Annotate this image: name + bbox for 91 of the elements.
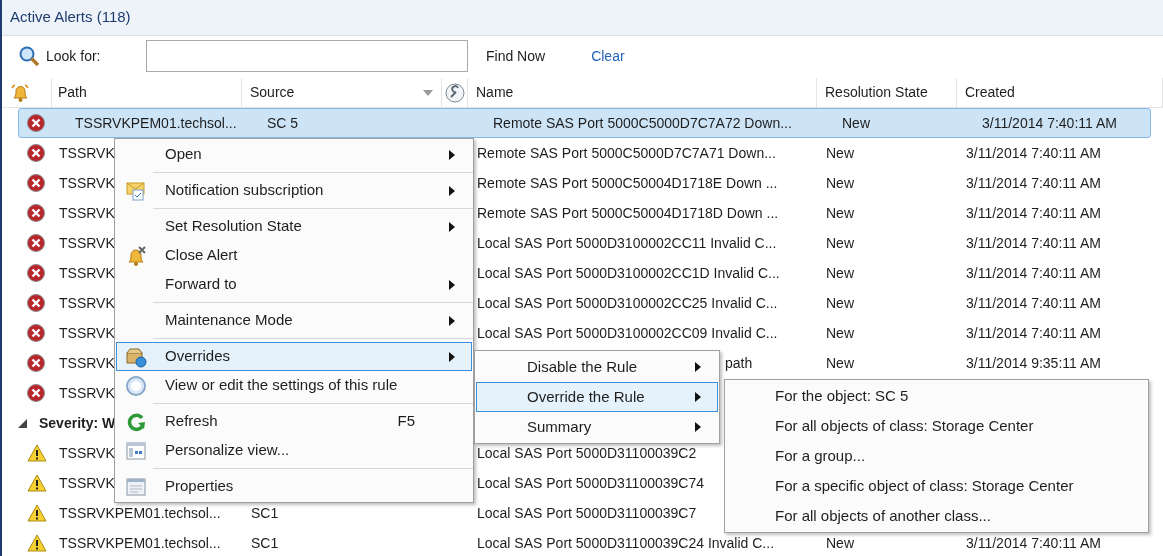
bell-icon	[10, 82, 30, 103]
table-cell: 3/11/2014 7:40:11 AM	[966, 534, 1101, 551]
table-cell: SC1	[251, 504, 279, 521]
table-cell: New	[826, 294, 854, 311]
sort-caret-icon	[423, 89, 433, 96]
panel-title: Active Alerts (118)	[10, 7, 131, 28]
table-cell: TSSRVK	[59, 264, 115, 281]
menu-item[interactable]: For a specific object of class: Storage Center	[726, 471, 1147, 501]
column-header[interactable]: Created	[957, 78, 1163, 107]
menu-item[interactable]: Summary	[476, 412, 718, 442]
table-cell: New	[826, 534, 854, 551]
box-icon	[125, 345, 147, 368]
table-cell: TSSRVK	[59, 354, 115, 371]
menu-item[interactable]: Close Alert	[116, 241, 472, 270]
table-cell: Remote SAS Port 5000C50004D1718E Down ...	[477, 174, 778, 191]
search-field[interactable]	[146, 40, 468, 72]
menu-item[interactable]: Maintenance Mode	[116, 306, 472, 335]
table-cell: Remote SAS Port 5000C5000D7C7A72 Down...	[493, 114, 792, 131]
table-cell: 3/11/2014 7:40:11 AM	[966, 264, 1101, 281]
table-cell: 3/11/2014 7:40:11 AM	[966, 204, 1101, 221]
table-cell: TSSRVK	[59, 204, 115, 221]
menu-item[interactable]: Refresh F5	[116, 407, 472, 436]
column-header[interactable]: Source	[242, 78, 442, 107]
search-icon	[18, 45, 40, 67]
table-cell: Local SAS Port 5000D3100002CC25 Invalid C...	[477, 294, 778, 311]
table-cell: New	[826, 234, 854, 251]
table-cell: Local SAS Port 5000D3100002CC11 Invalid C...	[477, 234, 777, 251]
circle-icon	[125, 374, 147, 397]
menu-item[interactable]: Personalize view...	[116, 436, 472, 465]
group-header: Severity: W	[39, 413, 116, 433]
table-cell: New	[826, 354, 854, 371]
column-header[interactable]: Path	[52, 78, 242, 107]
table-cell: Local SAS Port 5000D31100039C7	[477, 504, 697, 521]
table-cell: TSSRVK	[59, 174, 115, 191]
column-header[interactable]: Name	[468, 78, 817, 107]
table-cell: Remote SAS Port 5000C50004D1718D Down ...	[477, 204, 779, 221]
table-cell: Local SAS Port 5000D31100039C24 Invalid C...	[477, 534, 775, 551]
search-label: Look for:	[46, 46, 102, 66]
menu-item[interactable]: Properties	[116, 472, 472, 501]
bell-icon	[125, 244, 147, 267]
table-cell: 3/11/2014 7:40:11 AM	[966, 294, 1101, 311]
table-cell: 3/11/2014 7:40:11 AM	[966, 174, 1101, 191]
menu-item[interactable]: Set Resolution State	[116, 212, 472, 241]
table-cell: Local SAS Port 5000D31100039C74	[477, 474, 704, 491]
table-cell: New	[826, 324, 854, 341]
menu-item[interactable]: Overrides	[116, 342, 472, 371]
table-cell: Remote SAS Port 5000C5000D7C7A71 Down...	[477, 144, 776, 161]
table-cell: Local SAS Port 5000D3100002CC09 Invalid C...	[477, 324, 778, 341]
table-cell: 3/11/2014 7:40:11 AM	[966, 144, 1101, 161]
table-cell: New	[826, 264, 854, 281]
table-cell: TSSRVK	[59, 144, 115, 161]
menu-item[interactable]: Forward to	[116, 270, 472, 299]
selected-row[interactable]: TSSRVKPEM01.techsol... SC 5 Remote SAS Port 5000C5000D7C7A72 Down... New 3/11/2014 7:40:11 AM	[18, 108, 1151, 138]
table-cell: 3/11/2014 9:35:11 AM	[966, 354, 1101, 371]
table-cell: TSSRVK	[59, 444, 115, 461]
find-now-button[interactable]: Find Now	[484, 45, 548, 67]
table-cell: TSSRVK	[59, 294, 115, 311]
table-cell: TSSRVKPEM01.techsol...	[59, 504, 221, 521]
table-cell: Local SAS Port 5000D3100002CC1D Invalid C...	[477, 264, 780, 281]
table-cell: path	[725, 354, 753, 371]
table-cell: TSSRVK	[59, 324, 115, 341]
menu-item[interactable]: Override the Rule	[476, 382, 718, 412]
table-cell: TSSRVK	[59, 474, 115, 491]
menu-item[interactable]: Disable the Rule	[476, 352, 718, 382]
table-cell: TSSRVKPEM01.techsol...	[59, 534, 221, 551]
menu-item[interactable]: For a group...	[726, 441, 1147, 471]
column-header[interactable]: Resolution State	[817, 78, 957, 107]
table-cell: New	[826, 204, 854, 221]
table-cell: 3/11/2014 7:40:11 AM	[966, 324, 1101, 341]
table-cell: TSSRVKPEM01.techsol...	[75, 114, 237, 131]
menu-item[interactable]: For all objects of class: Storage Center	[726, 411, 1147, 441]
table-cell: 3/11/2014 7:40:11 AM	[966, 234, 1101, 251]
menu-item[interactable]: For all objects of another class...	[726, 501, 1147, 531]
menu-item[interactable]: Notification subscription	[116, 176, 472, 205]
table-cell: SC1	[251, 534, 279, 551]
window-icon	[125, 476, 147, 497]
table-cell: TSSRVK	[59, 234, 115, 251]
envelope-icon	[125, 180, 147, 201]
table-cell: New	[826, 144, 854, 161]
table-cell: TSSRVK	[59, 384, 115, 401]
menu-item[interactable]: Open	[116, 140, 472, 169]
layout-icon	[125, 440, 147, 461]
menu-item[interactable]: View or edit the settings of this rule	[116, 371, 472, 400]
shortcut-label: F5	[397, 411, 416, 432]
menu-item[interactable]: For the object: SC 5	[726, 381, 1147, 411]
table-cell: New	[826, 174, 854, 191]
table-cell: SC 5	[267, 114, 299, 131]
clear-link[interactable]: Clear	[591, 45, 625, 67]
table-cell: Local SAS Port 5000D31100039C2	[477, 444, 697, 461]
table-cell: New	[842, 114, 870, 131]
table-cell: 3/11/2014 7:40:11 AM	[982, 114, 1117, 131]
